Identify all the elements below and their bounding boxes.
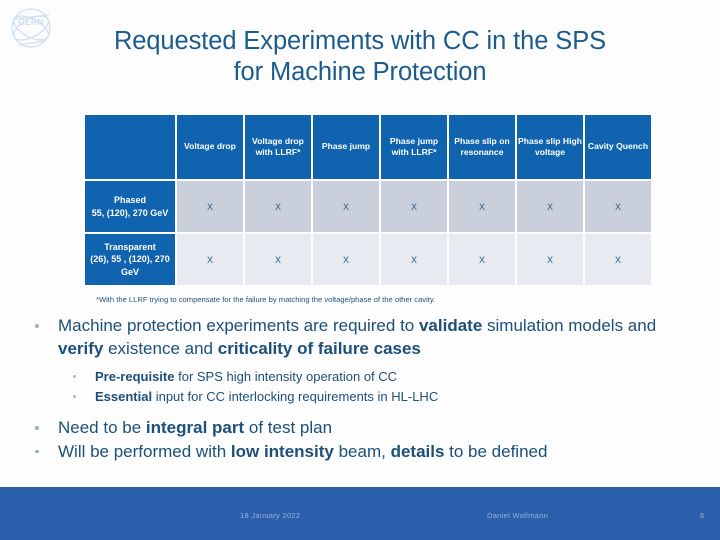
cell-transparent-phase-slip-high-voltage: X <box>517 234 583 285</box>
bullet-item-machine-protection: Machine protection experiments are requi… <box>0 315 720 360</box>
cern-logo-text: CERN <box>18 17 44 27</box>
footer-date: 18 January 2022 <box>240 511 301 520</box>
cell-phased-voltage-drop: X <box>177 181 243 232</box>
cell-phased-phase-jump-llrf: X <box>381 181 447 232</box>
bullet-dot-icon <box>73 395 76 398</box>
row-label-phased: Phased 55, (120), 270 GeV <box>85 181 175 232</box>
cell-transparent-phase-slip-resonance: X <box>449 234 515 285</box>
bullet-emphasis-validate: validate <box>418 316 483 335</box>
cell-transparent-phase-jump: X <box>313 234 379 285</box>
bullet-dot-icon <box>35 449 39 453</box>
bullet-text-part: to be defined <box>444 441 548 461</box>
sub-bullet-item-essential: Essential input for CC interlocking requ… <box>0 387 720 407</box>
column-header-cavity-quench: Cavity Quench <box>585 115 651 179</box>
bullet-item-integral-part: Need to be integral part of test plan <box>0 417 720 440</box>
footer-author: Daniel Wollmann <box>487 511 549 520</box>
bullet-emphasis-low-intensity: low intensity <box>230 441 334 461</box>
bullet-text-part: beam, <box>333 441 391 461</box>
cell-phased-phase-jump: X <box>313 181 379 232</box>
bullet-dot-icon <box>73 375 76 378</box>
column-header-phase-slip-high-voltage: Phase slip High voltage <box>517 115 583 179</box>
table-row: Phased 55, (120), 270 GeV X X X X X X X <box>85 181 651 232</box>
slide-footer <box>0 487 720 540</box>
column-header-voltage-drop: Voltage drop <box>177 115 243 179</box>
cern-logo-icon: CERN <box>11 8 51 48</box>
bullet-dot-icon <box>35 426 39 430</box>
bullet-item-low-intensity: Will be performed with low intensity bea… <box>0 441 720 464</box>
bullet-text-part: existence and <box>103 338 218 358</box>
bullet-text-part: Machine protection experiments are requi… <box>58 316 419 335</box>
sub-bullet-text-part: input for CC interlocking requirements i… <box>152 389 439 404</box>
experiments-matrix-table: Voltage drop Voltage drop with LLRF* Pha… <box>83 113 653 287</box>
row-label-transparent: Transparent (26), 55 , (120), 270 GeV <box>85 234 175 285</box>
table-header-row: Voltage drop Voltage drop with LLRF* Pha… <box>85 115 651 179</box>
table-row: Transparent (26), 55 , (120), 270 GeV X … <box>85 234 651 285</box>
page-title: Requested Experiments with CC in the SPS… <box>113 27 607 86</box>
bullet-emphasis-integral-part: integral part <box>145 418 245 437</box>
column-header-phase-jump-llrf: Phase jump with LLRF* <box>381 115 447 179</box>
bullet-text-part: of test plan <box>244 418 333 437</box>
column-header-phase-slip-resonance: Phase slip on resonance <box>449 115 515 179</box>
cell-phased-voltage-drop-llrf: X <box>245 181 311 232</box>
column-header-voltage-drop-llrf: Voltage drop with LLRF* <box>245 115 311 179</box>
bullet-emphasis-details: details <box>390 441 445 461</box>
bullet-text-part: Will be performed with <box>58 441 231 461</box>
slide-canvas: Requested Experiments with CC in the SPS… <box>0 0 720 540</box>
sub-bullet-item-prerequisite: Pre-requisite for SPS high intensity ope… <box>0 367 720 387</box>
cell-phased-phase-slip-resonance: X <box>449 181 515 232</box>
cell-phased-phase-slip-high-voltage: X <box>517 181 583 232</box>
column-header-phase-jump: Phase jump <box>313 115 379 179</box>
bullet-list: Machine protection experiments are requi… <box>0 315 720 464</box>
bullet-text-part: Need to be <box>58 418 146 437</box>
cell-transparent-cavity-quench: X <box>585 234 651 285</box>
sub-bullet-emphasis-essential: Essential <box>95 389 153 404</box>
bullet-text-part: simulation models and <box>482 316 657 335</box>
cell-transparent-phase-jump-llrf: X <box>381 234 447 285</box>
table-corner-cell <box>85 115 175 179</box>
cell-transparent-voltage-drop-llrf: X <box>245 234 311 285</box>
cell-transparent-voltage-drop: X <box>177 234 243 285</box>
bullet-emphasis-verify: verify <box>58 338 104 358</box>
cell-phased-cavity-quench: X <box>585 181 651 232</box>
sub-bullet-emphasis-prerequisite: Pre-requisite <box>95 369 175 384</box>
bullet-emphasis-criticality: criticality of failure cases <box>217 338 421 358</box>
bullet-dot-icon <box>35 324 39 328</box>
sub-bullet-group: Pre-requisite for SPS high intensity ope… <box>0 367 720 407</box>
table-header: Voltage drop Voltage drop with LLRF* Pha… <box>85 115 651 179</box>
table-body: Phased 55, (120), 270 GeV X X X X X X X … <box>85 181 651 285</box>
table-footnote: *With the LLRF trying to compensate for … <box>96 295 436 304</box>
footer-page-number: 6 <box>700 511 705 520</box>
sub-bullet-text-part: for SPS high intensity operation of CC <box>174 369 398 384</box>
